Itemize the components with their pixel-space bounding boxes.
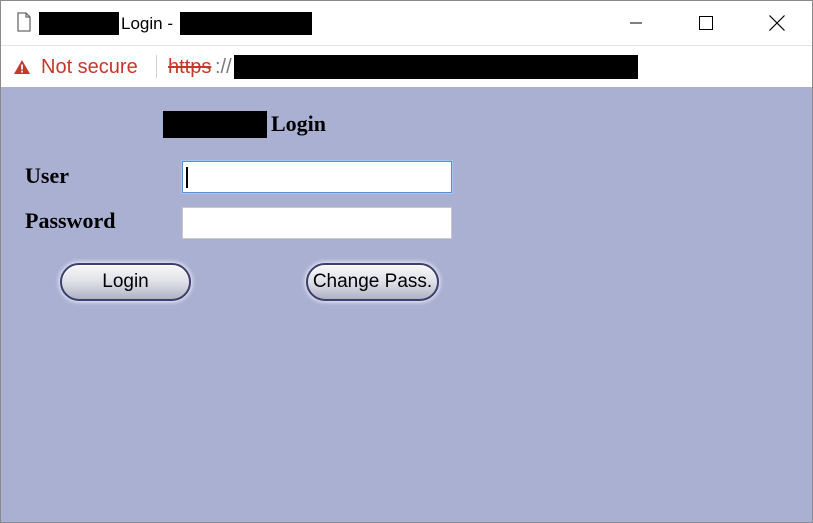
user-input[interactable]	[182, 161, 452, 193]
password-label: Password	[25, 208, 116, 233]
redacted-heading-prefix	[163, 111, 267, 138]
close-icon	[769, 15, 785, 31]
url-separator[interactable]: ://	[215, 55, 232, 79]
page-content: Login User Password Login Change Pass.	[1, 87, 812, 522]
address-divider	[156, 55, 157, 78]
url-scheme[interactable]: https	[168, 55, 211, 79]
text-caret	[186, 167, 188, 188]
login-button[interactable]: Login	[60, 263, 191, 301]
login-heading: Login	[271, 111, 327, 136]
minimize-icon	[630, 22, 642, 24]
page-icon	[17, 12, 31, 32]
minimize-button[interactable]	[613, 1, 659, 45]
window-title: Login -	[121, 14, 173, 33]
close-button[interactable]	[754, 1, 800, 45]
not-secure-label[interactable]: Not secure	[41, 55, 138, 79]
browser-window: Login - Not secure https :// Login User …	[0, 0, 813, 523]
maximize-button[interactable]	[683, 1, 729, 45]
maximize-icon	[699, 16, 713, 30]
address-bar[interactable]: Not secure https ://	[1, 45, 812, 88]
user-label: User	[25, 163, 69, 188]
warning-triangle-icon[interactable]	[13, 59, 31, 75]
password-input[interactable]	[182, 207, 452, 239]
redacted-title-suffix	[180, 12, 312, 35]
change-pass-button[interactable]: Change Pass.	[306, 263, 439, 301]
title-bar: Login -	[1, 1, 812, 45]
redacted-url	[234, 55, 638, 79]
redacted-title-prefix	[39, 12, 119, 35]
